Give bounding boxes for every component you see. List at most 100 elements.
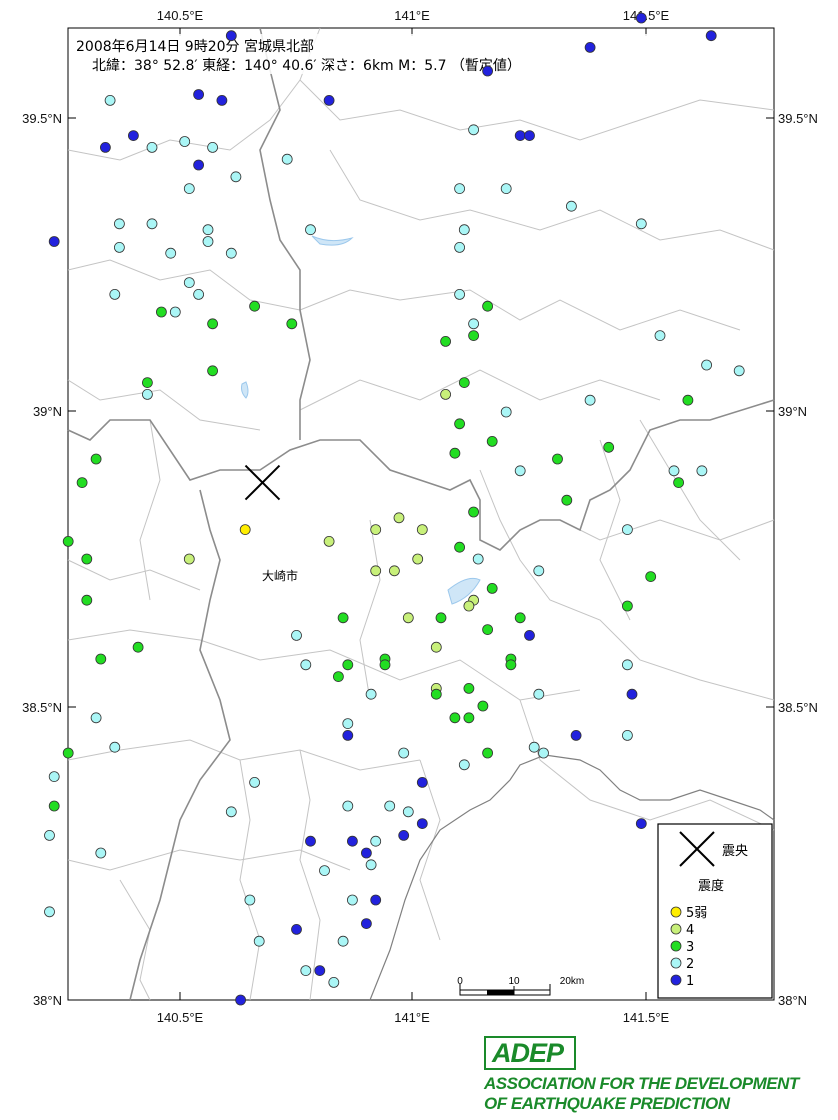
station-marker-intensity-3 bbox=[505, 659, 517, 671]
station-marker-intensity-2 bbox=[622, 524, 633, 535]
station-marker-intensity-2 bbox=[249, 777, 261, 788]
station-marker-intensity-4 bbox=[416, 524, 428, 535]
station-marker-intensity-4 bbox=[440, 388, 452, 400]
station-marker-intensity-3 bbox=[62, 536, 74, 547]
station-marker-intensity-1 bbox=[482, 65, 494, 77]
legend-item-label: 3 bbox=[686, 940, 694, 955]
station-marker-intensity-2 bbox=[458, 224, 470, 236]
event-parameters: 北緯：38° 52.8′ 東経：140° 40.6′ 深さ：6km M：5.7 … bbox=[92, 58, 521, 74]
station-marker-intensity-2 bbox=[622, 659, 633, 671]
station-marker-intensity-2 bbox=[95, 847, 107, 859]
station-marker-intensity-3 bbox=[76, 477, 88, 489]
station-marker-intensity-3 bbox=[477, 700, 489, 712]
station-marker-intensity-3 bbox=[454, 541, 466, 553]
scale-label-0: 0 bbox=[457, 976, 463, 987]
station-marker-intensity-1 bbox=[305, 835, 316, 847]
station-marker-intensity-2 bbox=[533, 688, 545, 700]
station-marker-intensity-3 bbox=[379, 659, 391, 671]
station-marker-intensity-2 bbox=[48, 771, 60, 782]
station-marker-intensity-2 bbox=[146, 141, 158, 153]
station-marker-intensity-3 bbox=[90, 453, 102, 465]
station-marker-intensity-2 bbox=[207, 141, 219, 153]
legend-intensity-title: 震度 bbox=[698, 878, 724, 894]
station-marker-intensity-2 bbox=[538, 747, 549, 759]
station-marker-intensity-1 bbox=[323, 95, 335, 106]
station-marker-intensity-1 bbox=[370, 894, 382, 906]
station-marker-intensity-2 bbox=[114, 241, 125, 253]
station-marker-intensity-4 bbox=[430, 641, 442, 653]
station-marker-intensity-2 bbox=[454, 288, 466, 300]
station-marker-intensity-2 bbox=[244, 894, 256, 906]
station-marker-intensity-2 bbox=[584, 394, 596, 406]
station-marker-intensity-2 bbox=[402, 806, 414, 818]
right-tick-38.5: 38.5°N bbox=[778, 700, 818, 715]
bottom-tick-140.5: 140.5°E bbox=[157, 1010, 204, 1025]
station-marker-intensity-2 bbox=[454, 183, 466, 195]
legend-swatch bbox=[670, 974, 682, 986]
station-marker-intensity-2 bbox=[454, 241, 466, 253]
station-marker-intensity-2 bbox=[500, 183, 512, 195]
station-marker-intensity-2 bbox=[566, 200, 577, 212]
station-marker-intensity-2 bbox=[458, 759, 470, 771]
station-marker-intensity-2 bbox=[300, 659, 312, 671]
station-marker-intensity-1 bbox=[193, 89, 205, 100]
station-marker-intensity-1 bbox=[635, 818, 647, 829]
station-marker-intensity-2 bbox=[337, 935, 349, 947]
station-marker-intensity-3 bbox=[486, 435, 498, 447]
station-marker-intensity-4 bbox=[402, 612, 414, 624]
station-marker-intensity-3 bbox=[207, 318, 219, 330]
station-marker-intensity-2 bbox=[202, 236, 214, 247]
right-tick-38: 38°N bbox=[778, 993, 807, 1008]
station-marker-intensity-2 bbox=[183, 277, 195, 289]
station-marker-intensity-2 bbox=[668, 465, 680, 477]
station-marker-intensity-2 bbox=[472, 553, 484, 565]
station-marker-intensity-2 bbox=[104, 95, 116, 106]
station-marker-intensity-2 bbox=[44, 830, 55, 841]
station-marker-intensity-3 bbox=[463, 712, 475, 724]
station-marker-intensity-3 bbox=[141, 377, 153, 389]
station-marker-intensity-2 bbox=[291, 630, 302, 641]
legend-epicenter-label: 震央 bbox=[722, 844, 748, 859]
station-marker-intensity-2 bbox=[90, 712, 102, 724]
station-marker-intensity-3 bbox=[342, 659, 354, 671]
station-marker-intensity-3 bbox=[482, 747, 494, 759]
station-marker-intensity-3 bbox=[463, 683, 475, 694]
left-tick-38.5: 38.5°N bbox=[22, 700, 62, 715]
left-tick-39.5: 39.5°N bbox=[22, 111, 62, 126]
station-marker-intensity-1 bbox=[127, 130, 139, 142]
station-marker-intensity-1 bbox=[524, 130, 535, 142]
station-marker-intensity-2 bbox=[622, 730, 633, 741]
top-tick-140.5: 140.5°E bbox=[157, 8, 204, 23]
station-marker-intensity-4 bbox=[463, 600, 475, 612]
station-marker-intensity-2 bbox=[733, 365, 745, 377]
station-marker-intensity-3 bbox=[440, 335, 452, 347]
station-marker-intensity-3 bbox=[81, 553, 93, 565]
station-marker-intensity-3 bbox=[62, 747, 74, 759]
station-marker-intensity-3 bbox=[682, 394, 694, 406]
adep-mark-text: ADEP bbox=[492, 1038, 564, 1068]
station-marker-intensity-1 bbox=[705, 30, 717, 42]
station-marker-intensity-2 bbox=[342, 718, 354, 729]
station-marker-intensity-3 bbox=[81, 594, 93, 606]
station-marker-intensity-2 bbox=[281, 153, 293, 165]
station-marker-intensity-2 bbox=[165, 247, 177, 259]
event-datetime-region: 2008年6月14日 9時20分 宮城県北部 bbox=[76, 39, 314, 55]
station-marker-intensity-5 bbox=[239, 524, 251, 535]
station-marker-intensity-2 bbox=[253, 935, 265, 947]
station-marker-intensity-4 bbox=[183, 553, 195, 565]
station-marker-intensity-4 bbox=[388, 565, 400, 577]
station-marker-intensity-2 bbox=[635, 218, 647, 230]
station-marker-intensity-3 bbox=[430, 688, 442, 700]
bottom-tick-141: 141°E bbox=[394, 1010, 430, 1025]
station-marker-intensity-1 bbox=[570, 730, 582, 741]
scale-label-20km: 20km bbox=[560, 976, 584, 987]
legend-swatch bbox=[670, 940, 682, 952]
station-marker-intensity-3 bbox=[458, 377, 470, 389]
station-marker-intensity-3 bbox=[155, 306, 167, 318]
city-label-osaki: 大崎市 bbox=[262, 568, 298, 583]
station-marker-intensity-2 bbox=[384, 800, 396, 812]
station-marker-intensity-2 bbox=[500, 406, 512, 418]
station-marker-intensity-4 bbox=[370, 565, 382, 577]
station-marker-intensity-2 bbox=[370, 835, 382, 847]
station-marker-intensity-3 bbox=[552, 453, 563, 465]
